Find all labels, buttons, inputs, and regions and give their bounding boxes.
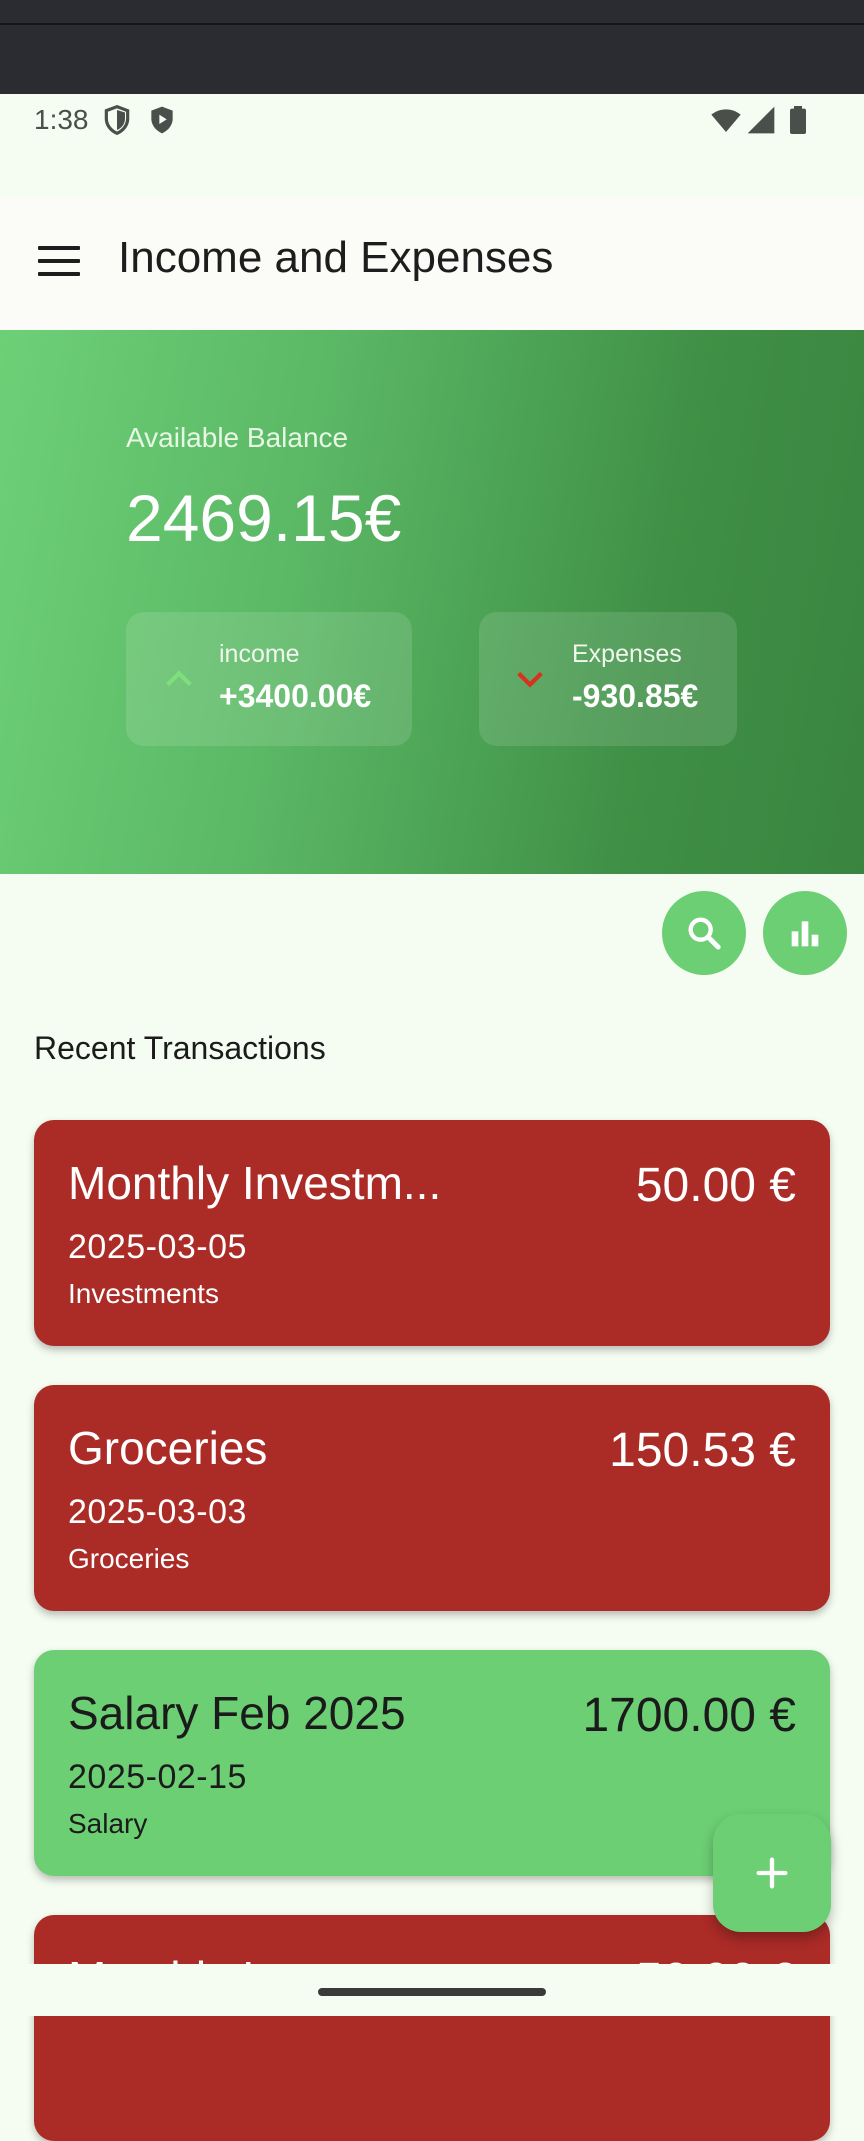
transaction-card[interactable]: Salary Feb 2025 1700.00 € 2025-02-15 Sal… [34,1650,830,1876]
menu-icon[interactable] [38,246,80,280]
transaction-category: Salary [68,1808,148,1839]
income-value: +3400.00€ [219,678,372,714]
add-icon [756,1857,788,1889]
transaction-amount: 150.53 € [609,1424,796,1477]
app-title: Income and Expenses [118,233,554,282]
income-card: income +3400.00€ [126,612,412,746]
transaction-date: 2025-02-15 [68,1758,247,1796]
balance-value: 2469.15€ [126,481,402,555]
window-top-bar [0,0,864,94]
transaction-amount: 1700.00 € [582,1689,796,1742]
expenses-value: -930.85€ [572,678,699,714]
search-icon [688,917,721,950]
status-time: 1:38 [34,104,89,135]
arrow-down-icon [517,671,543,688]
transaction-category: Investments [68,1278,219,1309]
transaction-card[interactable]: Monthly Investm... 50.00 € [34,1915,830,2141]
bar-chart-icon [791,921,819,947]
transaction-title: Monthly Investm... [68,1157,442,1209]
home-gesture-handle[interactable] [318,1988,546,1996]
wifi-icon [711,109,741,132]
transaction-card[interactable]: Groceries 150.53 € 2025-03-03 Groceries [34,1385,830,1611]
transaction-title: Groceries [68,1422,268,1474]
transaction-date: 2025-03-05 [68,1228,247,1266]
transaction-title: Salary Feb 2025 [68,1687,406,1739]
income-label: income [219,640,300,668]
signal-icon [747,106,775,134]
recent-transactions-title: Recent Transactions [34,1030,326,1066]
transaction-amount: 50.00 € [635,1159,796,1212]
play-protect-icon [151,106,173,134]
balance-label: Available Balance [126,422,349,453]
statistics-button[interactable] [763,891,847,975]
arrow-up-icon [166,670,192,687]
transaction-category: Groceries [68,1543,190,1574]
window-top-divider [0,23,864,25]
transaction-card[interactable]: Monthly Investm... 50.00 € 2025-03-05 In… [34,1120,830,1346]
search-button[interactable] [662,891,746,975]
battery-icon [790,106,806,134]
add-transaction-button[interactable] [713,1814,831,1932]
balance-header [0,330,864,874]
expenses-label: Expenses [572,640,682,668]
expenses-card: Expenses -930.85€ [479,612,737,746]
shield-icon [104,104,130,136]
transaction-date: 2025-03-03 [68,1493,247,1531]
